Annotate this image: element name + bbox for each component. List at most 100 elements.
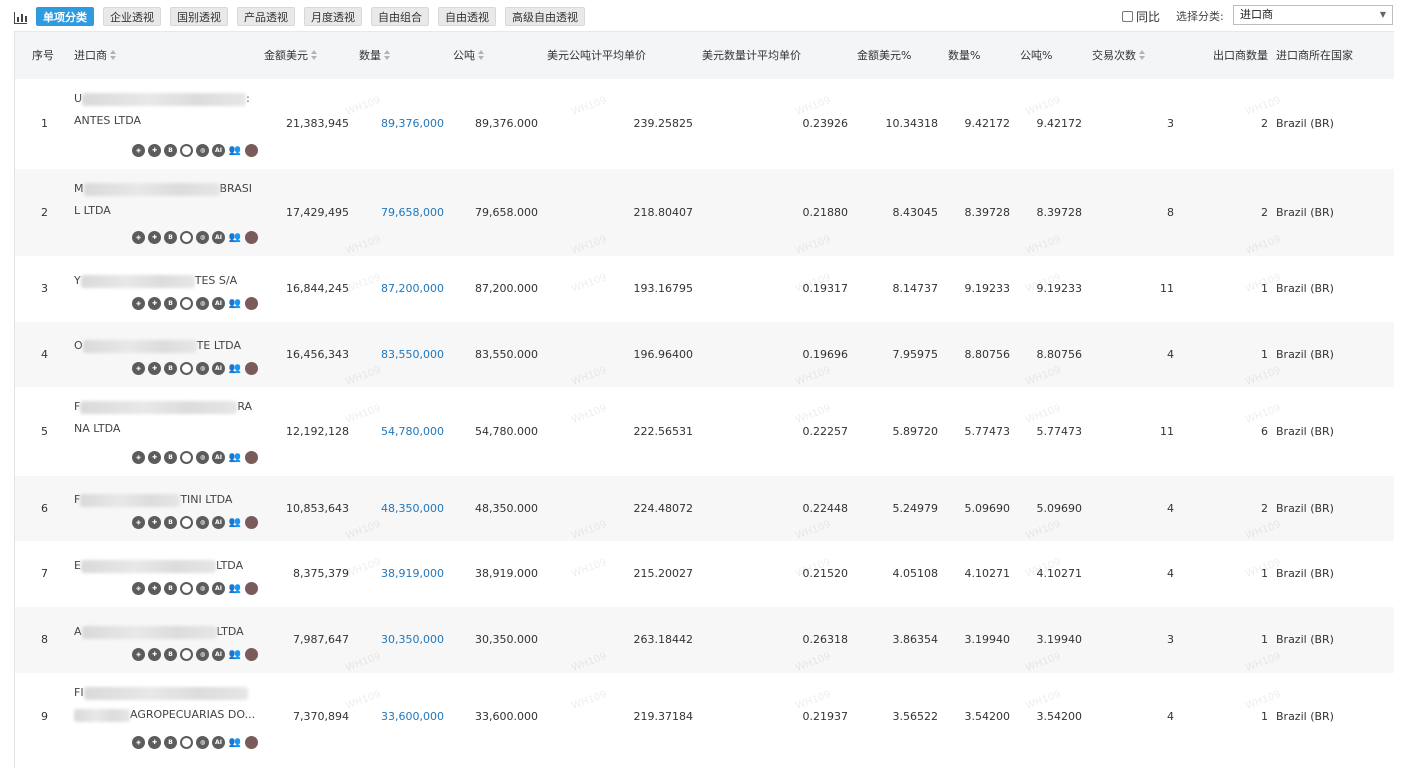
plus-circle-icon[interactable]: ✚ — [148, 648, 161, 661]
yoy-toggle[interactable]: 同比 — [1122, 8, 1160, 25]
ai-icon[interactable]: AI — [212, 736, 225, 749]
record-icon[interactable] — [245, 231, 258, 244]
globe-icon[interactable]: ◍ — [196, 362, 209, 375]
column-header-1[interactable]: 进口商 — [74, 32, 117, 80]
ai-icon[interactable]: AI — [212, 451, 225, 464]
circle-icon[interactable] — [180, 144, 193, 157]
importer-name[interactable]: A LTDA — [74, 625, 244, 639]
record-icon[interactable] — [245, 297, 258, 310]
globe-icon[interactable]: ◍ — [196, 451, 209, 464]
tab-1[interactable]: 企业透视 — [103, 7, 161, 26]
plus-circle-icon[interactable]: ✚ — [148, 144, 161, 157]
location-icon[interactable]: ◈ — [132, 144, 145, 157]
record-icon[interactable] — [245, 516, 258, 529]
tab-6[interactable]: 自由透视 — [438, 7, 496, 26]
importer-name[interactable]: U: — [74, 92, 250, 106]
b-badge-icon[interactable]: B — [164, 451, 177, 464]
tab-0[interactable]: 单项分类 — [36, 7, 94, 26]
circle-icon[interactable] — [180, 451, 193, 464]
globe-icon[interactable]: ◍ — [196, 582, 209, 595]
b-badge-icon[interactable]: B — [164, 582, 177, 595]
importer-name[interactable]: L LTDA — [74, 204, 111, 217]
plus-circle-icon[interactable]: ✚ — [148, 362, 161, 375]
tab-7[interactable]: 高级自由透视 — [505, 7, 585, 26]
sort-icon[interactable] — [110, 50, 117, 60]
b-badge-icon[interactable]: B — [164, 648, 177, 661]
people-icon[interactable]: 👥 — [228, 648, 242, 661]
ai-icon[interactable]: AI — [212, 231, 225, 244]
yoy-checkbox[interactable] — [1122, 11, 1133, 22]
record-icon[interactable] — [245, 144, 258, 157]
tab-5[interactable]: 自由组合 — [371, 7, 429, 26]
tab-2[interactable]: 国别透视 — [170, 7, 228, 26]
bar-chart-icon[interactable] — [14, 12, 27, 24]
location-icon[interactable]: ◈ — [132, 297, 145, 310]
plus-circle-icon[interactable]: ✚ — [148, 736, 161, 749]
record-icon[interactable] — [245, 362, 258, 375]
people-icon[interactable]: 👥 — [228, 582, 242, 595]
tab-4[interactable]: 月度透视 — [304, 7, 362, 26]
ai-icon[interactable]: AI — [212, 648, 225, 661]
people-icon[interactable]: 👥 — [228, 297, 242, 310]
importer-name[interactable]: NA LTDA — [74, 422, 120, 435]
plus-circle-icon[interactable]: ✚ — [148, 451, 161, 464]
plus-circle-icon[interactable]: ✚ — [148, 231, 161, 244]
sort-icon[interactable] — [1139, 50, 1146, 60]
ai-icon[interactable]: AI — [212, 144, 225, 157]
importer-name[interactable]: ANTES LTDA — [74, 114, 141, 127]
plus-circle-icon[interactable]: ✚ — [148, 297, 161, 310]
globe-icon[interactable]: ◍ — [196, 231, 209, 244]
globe-icon[interactable]: ◍ — [196, 736, 209, 749]
ai-icon[interactable]: AI — [212, 582, 225, 595]
importer-name[interactable]: O TE LTDA — [74, 339, 241, 353]
record-icon[interactable] — [245, 582, 258, 595]
importer-name[interactable]: E LTDA — [74, 559, 243, 573]
location-icon[interactable]: ◈ — [132, 231, 145, 244]
sort-icon[interactable] — [311, 50, 318, 60]
b-badge-icon[interactable]: B — [164, 144, 177, 157]
circle-icon[interactable] — [180, 736, 193, 749]
column-header-4[interactable]: 公吨 — [453, 32, 485, 80]
globe-icon[interactable]: ◍ — [196, 144, 209, 157]
globe-icon[interactable]: ◍ — [196, 297, 209, 310]
sort-icon[interactable] — [478, 50, 485, 60]
plus-circle-icon[interactable]: ✚ — [148, 582, 161, 595]
ai-icon[interactable]: AI — [212, 516, 225, 529]
circle-icon[interactable] — [180, 297, 193, 310]
record-icon[interactable] — [245, 451, 258, 464]
b-badge-icon[interactable]: B — [164, 362, 177, 375]
plus-circle-icon[interactable]: ✚ — [148, 516, 161, 529]
column-header-2[interactable]: 金额美元 — [264, 32, 318, 80]
b-badge-icon[interactable]: B — [164, 231, 177, 244]
ai-icon[interactable]: AI — [212, 362, 225, 375]
tab-3[interactable]: 产品透视 — [237, 7, 295, 26]
people-icon[interactable]: 👥 — [228, 362, 242, 375]
circle-icon[interactable] — [180, 362, 193, 375]
globe-icon[interactable]: ◍ — [196, 516, 209, 529]
location-icon[interactable]: ◈ — [132, 516, 145, 529]
people-icon[interactable]: 👥 — [228, 231, 242, 244]
circle-icon[interactable] — [180, 648, 193, 661]
location-icon[interactable]: ◈ — [132, 451, 145, 464]
category-select[interactable]: 进口商 ▼ — [1233, 5, 1393, 25]
people-icon[interactable]: 👥 — [228, 144, 242, 157]
ai-icon[interactable]: AI — [212, 297, 225, 310]
column-header-10[interactable]: 交易次数 — [1092, 32, 1146, 80]
record-icon[interactable] — [245, 736, 258, 749]
people-icon[interactable]: 👥 — [228, 736, 242, 749]
globe-icon[interactable]: ◍ — [196, 648, 209, 661]
people-icon[interactable]: 👥 — [228, 451, 242, 464]
circle-icon[interactable] — [180, 231, 193, 244]
importer-name[interactable]: F TINI LTDA — [74, 493, 232, 507]
importer-name[interactable]: AGROPECUARIAS DO... — [74, 708, 255, 722]
people-icon[interactable]: 👥 — [228, 516, 242, 529]
b-badge-icon[interactable]: B — [164, 516, 177, 529]
importer-name[interactable]: FI — [74, 686, 248, 700]
b-badge-icon[interactable]: B — [164, 297, 177, 310]
location-icon[interactable]: ◈ — [132, 736, 145, 749]
column-header-3[interactable]: 数量 — [359, 32, 391, 80]
location-icon[interactable]: ◈ — [132, 582, 145, 595]
importer-name[interactable]: F RA — [74, 400, 252, 414]
location-icon[interactable]: ◈ — [132, 362, 145, 375]
circle-icon[interactable] — [180, 582, 193, 595]
